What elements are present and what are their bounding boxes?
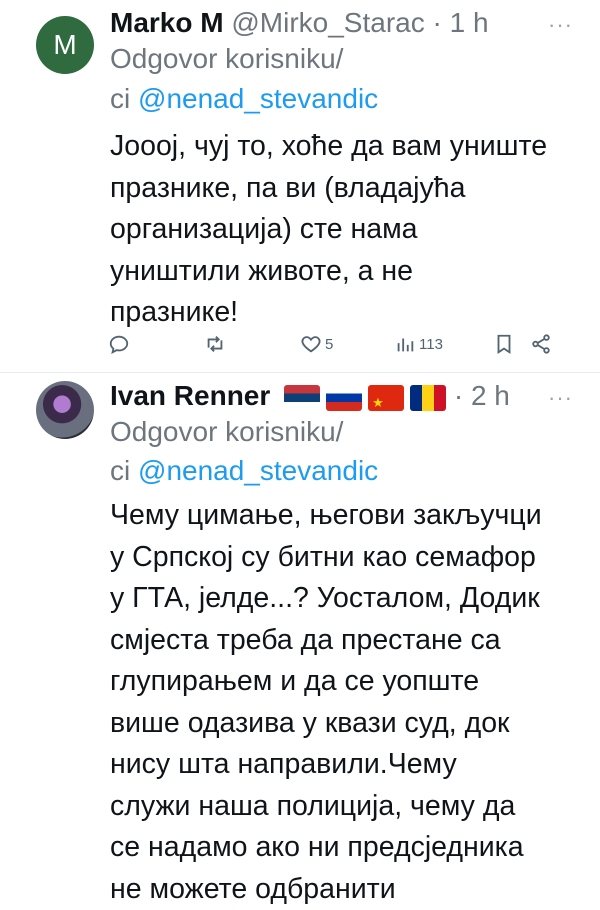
like-count: 5 [325,335,334,353]
heart-icon [301,336,321,353]
share-icon [532,334,550,354]
share-button[interactable] [530,333,552,355]
tweet-header: Ivan Renner · 2 h [110,379,510,413]
timestamp[interactable]: 2 h [471,380,510,411]
reply-icon [109,335,129,354]
serbia-flag-icon [284,384,321,411]
bookmark-icon [497,334,511,354]
reply-button[interactable] [108,333,130,355]
russia-flag-icon [326,384,363,411]
tweet-2[interactable]: Ivan Renner · 2 h ··· Odgovor korisniku/… [0,373,600,905]
romania-flag-icon [410,384,447,411]
reply-ci: ci [110,455,131,486]
more-options-icon[interactable]: ··· [548,385,573,411]
more-options-icon[interactable]: ··· [548,12,573,38]
separator-dot: · [432,7,442,38]
timestamp[interactable]: 1 h [450,7,489,38]
display-name[interactable]: Ivan Renner [110,380,270,411]
flag-emojis [284,384,447,411]
bookmark-button[interactable] [493,333,515,355]
reply-context: Odgovor korisniku/ [110,413,343,451]
like-button[interactable]: 5 [300,333,333,355]
analytics-icon [397,338,414,352]
display-name[interactable]: Marko M [110,7,224,38]
reply-context: Odgovor korisniku/ [110,40,343,78]
tweet-1[interactable]: M Marko M @Mirko_Starac · 1 h ··· Odgovo… [0,0,600,372]
mention-link[interactable]: @nenad_stevandic [138,83,378,114]
retweet-icon [207,336,223,352]
china-flag-icon [368,384,405,411]
avatar[interactable]: M [36,16,94,74]
reply-context-line2: ci @nenad_stevandic [110,80,378,118]
reply-context-line2: ci @nenad_stevandic [110,452,378,490]
mention-link[interactable]: @nenad_stevandic [138,455,378,486]
view-count: 113 [419,335,443,353]
retweet-button[interactable] [204,333,226,355]
reply-prefix: Odgovor korisniku/ [110,416,344,447]
avatar[interactable] [36,381,94,439]
tweet-header: Marko M @Mirko_Starac · 1 h [110,6,489,40]
separator-dot: · [453,380,464,411]
user-handle[interactable]: @Mirko_Starac [231,7,424,38]
reply-prefix: Odgovor korisniku/ [110,43,344,74]
views-button[interactable]: 113 [394,333,443,355]
tweet-text: Joooj, чуј то, хоће да вам униште празни… [110,130,548,328]
reply-ci: ci [110,83,131,114]
tweet-text: Чему цимање, његови закључци у Српској с… [110,499,542,905]
